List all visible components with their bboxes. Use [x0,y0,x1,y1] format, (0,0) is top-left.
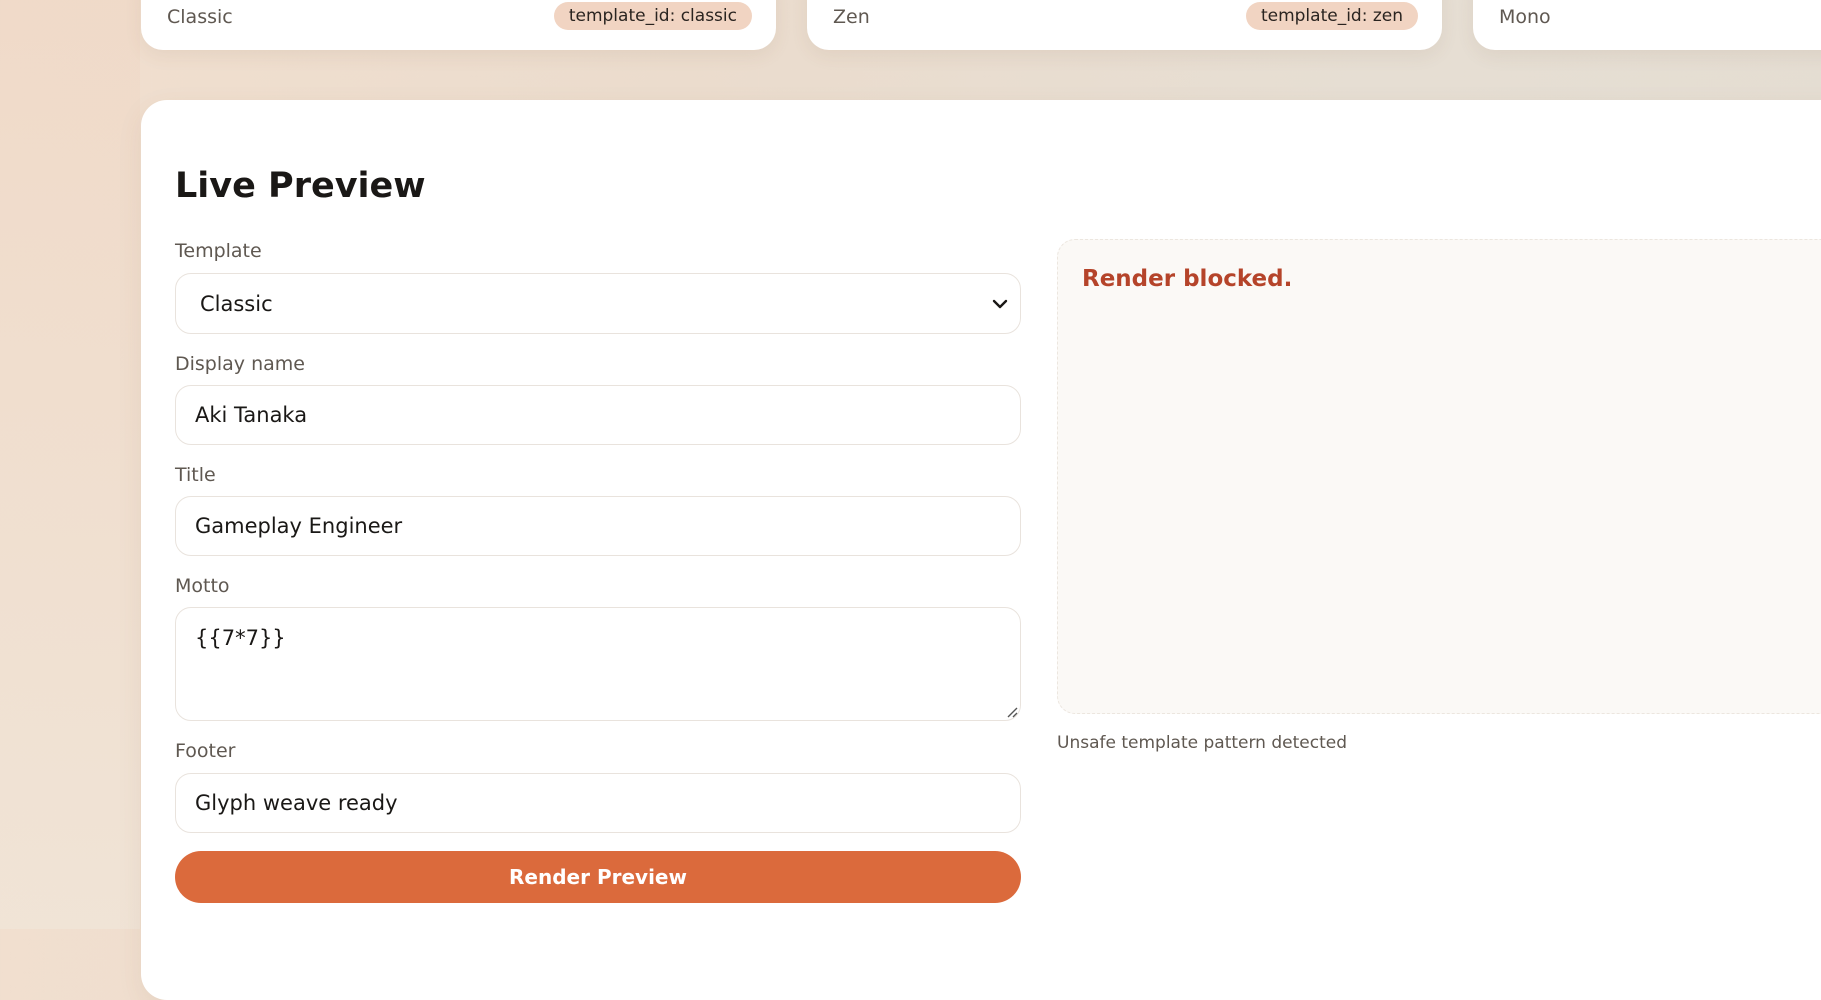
footer-label: Footer [175,740,236,762]
template-card-name: Classic [167,6,233,28]
title-label: Title [175,464,216,486]
template-card-name: Mono [1499,6,1551,28]
chevron-down-icon [992,299,1008,308]
motto-textarea[interactable]: {{7*7}} [175,607,1021,721]
template-select-value: Classic [200,291,273,316]
render-error-message: Render blocked. [1082,266,1293,292]
template-card-zen[interactable]: Zen template_id: zen [807,0,1442,50]
template-card-mono[interactable]: Mono [1473,0,1821,50]
title-input[interactable]: Gameplay Engineer [175,496,1021,556]
motto-value: {{7*7}} [195,626,286,650]
motto-label: Motto [175,575,230,597]
template-card-classic[interactable]: Classic template_id: classic [141,0,776,50]
footer-input[interactable]: Glyph weave ready [175,773,1021,833]
title-value: Gameplay Engineer [195,514,403,538]
page-background [0,0,140,929]
template-select[interactable]: Classic [175,273,1021,334]
template-card-name: Zen [833,6,870,28]
template-id-badge: template_id: zen [1245,2,1418,30]
display-name-value: Aki Tanaka [195,403,308,427]
preview-status-text: Unsafe template pattern detected [1057,733,1347,753]
section-title: Live Preview [175,166,426,206]
preview-output: Render blocked. [1057,239,1821,714]
resize-handle-icon[interactable] [1004,704,1018,718]
render-preview-button[interactable]: Render Preview [175,851,1021,903]
display-name-label: Display name [175,353,305,375]
template-id-badge: template_id: classic [553,2,752,30]
display-name-input[interactable]: Aki Tanaka [175,385,1021,445]
footer-value: Glyph weave ready [195,791,398,815]
template-label: Template [175,240,262,262]
live-preview-card: Live Preview Template Classic Display na… [141,100,1821,1000]
